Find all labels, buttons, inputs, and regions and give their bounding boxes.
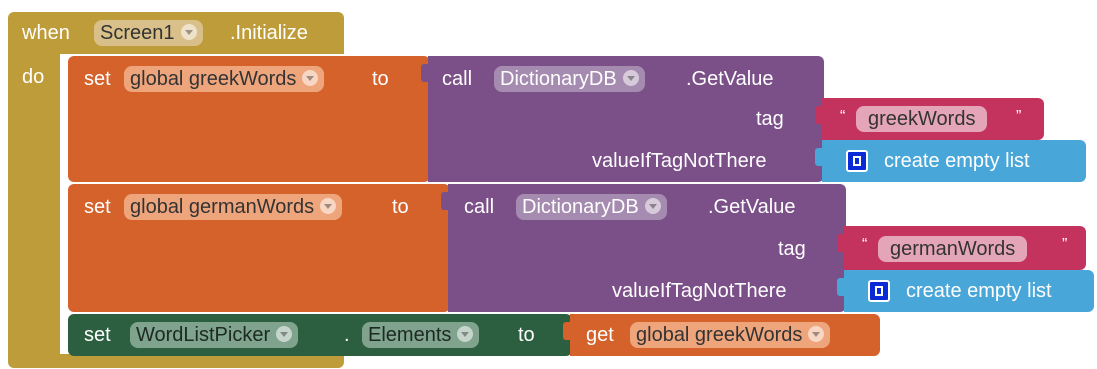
open-quote: “ [840, 108, 846, 125]
tag-label: tag [756, 108, 784, 130]
elements-property-label: Elements [368, 324, 452, 346]
screen1-dropdown[interactable]: Screen1 [94, 20, 203, 46]
input-plug [441, 192, 448, 210]
input-plug [563, 322, 570, 340]
get-label: get [586, 324, 614, 346]
dictionarydb-label: DictionaryDB [500, 68, 617, 90]
wordlistpicker-label: WordListPicker [136, 324, 271, 346]
dropdown-arrow-icon [808, 325, 825, 342]
germanwords-text-field[interactable]: germanWords [878, 236, 1028, 262]
dictionarydb-dropdown[interactable]: DictionaryDB [494, 66, 645, 92]
greekwords-variable-label: global greekWords [130, 68, 297, 90]
dropdown-arrow-icon [644, 197, 661, 214]
dropdown-arrow-icon [457, 325, 474, 342]
set-label: set [84, 196, 111, 218]
getvalue-label: .GetValue [686, 68, 774, 90]
getvalue-label: .GetValue [708, 196, 796, 218]
list-icon [846, 150, 868, 172]
input-plug [421, 64, 428, 82]
valueiftagnotthere-label: valueIfTagNotThere [592, 150, 767, 172]
input-plug [815, 106, 822, 124]
call-label: call [442, 68, 473, 90]
open-quote: “ [862, 236, 868, 253]
do-label: do [22, 66, 45, 88]
to-label: to [392, 196, 409, 218]
input-plug [837, 234, 844, 252]
dropdown-arrow-icon [302, 69, 319, 86]
create-empty-list-label: create empty list [884, 150, 1030, 172]
greekwords-text-value: greekWords [868, 108, 976, 130]
event-name-label: .Initialize [230, 22, 308, 44]
to-label: to [518, 324, 535, 346]
when-label: when [22, 22, 70, 44]
greekwords-variable-dropdown[interactable]: global greekWords [124, 66, 325, 92]
dictionarydb-label: DictionaryDB [522, 196, 639, 218]
greekwords-text-field[interactable]: greekWords [856, 106, 988, 132]
germanwords-text-value: germanWords [890, 238, 1016, 260]
dropdown-arrow-icon [180, 23, 197, 40]
dropdown-arrow-icon [622, 69, 639, 86]
wordlistpicker-dropdown[interactable]: WordListPicker [130, 322, 299, 348]
create-empty-list-label: create empty list [906, 280, 1052, 302]
dropdown-arrow-icon [320, 197, 337, 214]
germanwords-variable-dropdown[interactable]: global germanWords [124, 194, 343, 220]
set-label: set [84, 324, 111, 346]
close-quote: ” [1062, 236, 1068, 253]
dropdown-arrow-icon [276, 325, 293, 342]
list-icon [868, 280, 890, 302]
to-label: to [372, 68, 389, 90]
dictionarydb-dropdown[interactable]: DictionaryDB [516, 194, 667, 220]
germanwords-variable-label: global germanWords [130, 196, 315, 218]
call-label: call [464, 196, 495, 218]
valueiftagnotthere-label: valueIfTagNotThere [612, 280, 787, 302]
tag-label: tag [778, 238, 806, 260]
screen1-label: Screen1 [100, 22, 175, 44]
get-greekwords-dropdown[interactable]: global greekWords [630, 322, 831, 348]
get-greekwords-label: global greekWords [636, 324, 803, 346]
elements-property-dropdown[interactable]: Elements [362, 322, 480, 348]
input-plug [837, 278, 844, 296]
set-label: set [84, 68, 111, 90]
dot-label: . [344, 324, 350, 346]
input-plug [815, 148, 822, 166]
close-quote: ” [1016, 108, 1022, 125]
